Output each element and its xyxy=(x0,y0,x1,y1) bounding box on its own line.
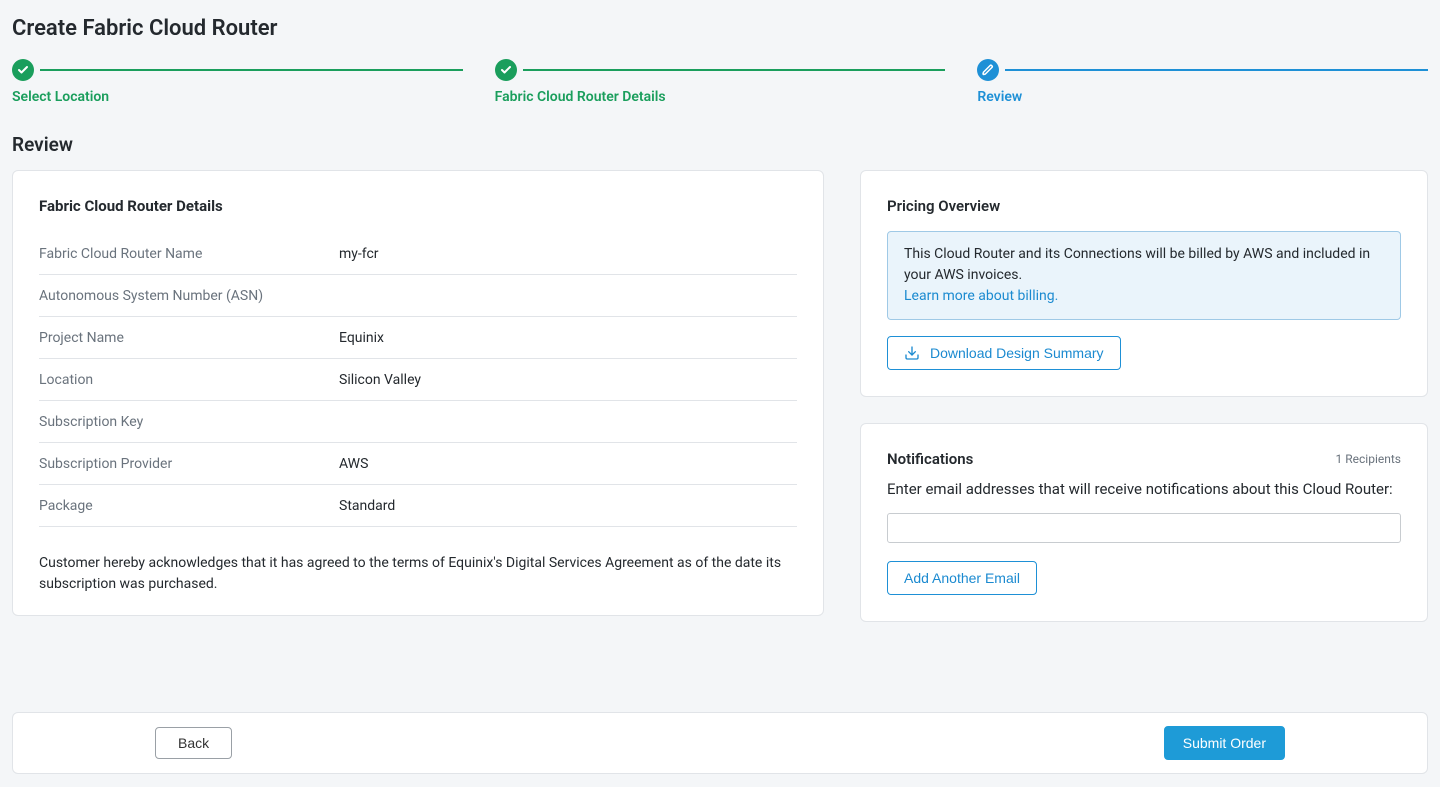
detail-key: Subscription Key xyxy=(39,414,339,430)
step-label: Select Location xyxy=(12,89,463,105)
recipients-count: 1 Recipients xyxy=(1336,452,1401,466)
billing-info-text: This Cloud Router and its Connections wi… xyxy=(904,246,1370,283)
pricing-card: Pricing Overview This Cloud Router and i… xyxy=(860,170,1428,397)
pricing-heading: Pricing Overview xyxy=(887,197,1401,215)
detail-key: Package xyxy=(39,498,339,514)
step-label: Fabric Cloud Router Details xyxy=(495,89,946,105)
check-icon xyxy=(12,59,34,81)
footer-bar: Back Submit Order xyxy=(12,712,1428,774)
step-review: Review xyxy=(977,59,1428,105)
download-design-summary-button[interactable]: Download Design Summary xyxy=(887,336,1121,370)
download-icon xyxy=(904,345,920,361)
step-fcr-details: Fabric Cloud Router Details xyxy=(495,59,946,105)
step-select-location: Select Location xyxy=(12,59,463,105)
download-label: Download Design Summary xyxy=(930,345,1104,361)
pencil-icon xyxy=(977,59,999,81)
detail-key: Subscription Provider xyxy=(39,456,339,472)
details-card: Fabric Cloud Router Details Fabric Cloud… xyxy=(12,170,824,616)
detail-value: Standard xyxy=(339,498,797,514)
notifications-card: Notifications 1 Recipients Enter email a… xyxy=(860,423,1428,622)
detail-key: Fabric Cloud Router Name xyxy=(39,246,339,262)
notifications-heading: Notifications xyxy=(887,450,973,468)
page-title: Create Fabric Cloud Router xyxy=(12,16,1428,41)
detail-key: Location xyxy=(39,372,339,388)
step-label: Review xyxy=(977,89,1428,105)
detail-key: Project Name xyxy=(39,330,339,346)
detail-value: AWS xyxy=(339,456,797,472)
detail-row-subkey: Subscription Key xyxy=(39,401,797,443)
add-another-email-button[interactable]: Add Another Email xyxy=(887,561,1037,595)
detail-row-package: Package Standard xyxy=(39,485,797,527)
detail-row-location: Location Silicon Valley xyxy=(39,359,797,401)
submit-order-button[interactable]: Submit Order xyxy=(1164,726,1285,760)
billing-info-box: This Cloud Router and its Connections wi… xyxy=(887,231,1401,320)
detail-value: Equinix xyxy=(339,330,797,346)
detail-value: my-fcr xyxy=(339,246,797,262)
back-button[interactable]: Back xyxy=(155,727,232,759)
detail-key: Autonomous System Number (ASN) xyxy=(39,288,339,304)
acknowledgement-text: Customer hereby acknowledges that it has… xyxy=(39,553,797,595)
detail-row-subprovider: Subscription Provider AWS xyxy=(39,443,797,485)
check-icon xyxy=(495,59,517,81)
section-title: Review xyxy=(12,133,1428,156)
notification-email-input[interactable] xyxy=(887,513,1401,543)
billing-info-link[interactable]: Learn more about billing. xyxy=(904,288,1058,304)
detail-value: Silicon Valley xyxy=(339,372,797,388)
detail-row-project: Project Name Equinix xyxy=(39,317,797,359)
details-heading: Fabric Cloud Router Details xyxy=(39,197,797,215)
stepper: Select Location Fabric Cloud Router Deta… xyxy=(12,59,1428,105)
add-email-label: Add Another Email xyxy=(904,570,1020,586)
detail-row-name: Fabric Cloud Router Name my-fcr xyxy=(39,233,797,275)
notifications-description: Enter email addresses that will receive … xyxy=(887,478,1401,501)
detail-row-asn: Autonomous System Number (ASN) xyxy=(39,275,797,317)
